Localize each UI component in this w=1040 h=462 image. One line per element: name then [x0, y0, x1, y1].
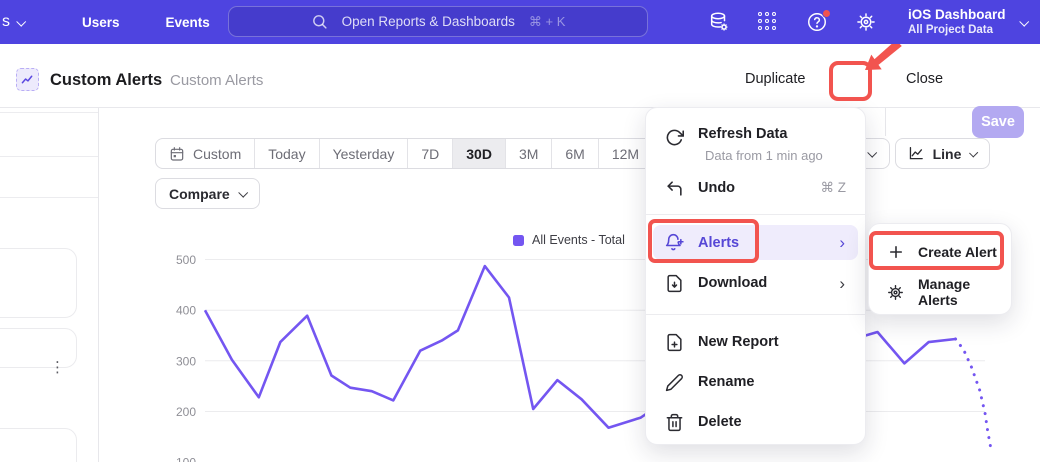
search-bar[interactable]: Open Reports & Dashboards ⌘ + K	[228, 6, 648, 37]
alerts-submenu: Create Alert Manage Alerts	[868, 223, 1012, 315]
report-icon	[16, 68, 39, 91]
report-header: Custom Alerts Custom Alerts GV Duplicate…	[0, 44, 1040, 108]
header-divider	[885, 108, 886, 136]
calendar-icon	[169, 146, 185, 162]
chevron-down-icon	[16, 16, 26, 26]
sidebar-row-divider	[0, 197, 98, 198]
menu-divider	[646, 214, 865, 215]
page-title: Custom Alerts	[50, 71, 162, 90]
submenu-item-create-alert[interactable]: Create Alert	[876, 234, 1004, 270]
compare-label: Compare	[169, 186, 230, 202]
search-placeholder: Open Reports & Dashboards	[342, 14, 515, 29]
plus-icon	[885, 242, 906, 263]
project-name: iOS Dashboard	[908, 7, 1006, 23]
sidebar-row-divider	[0, 112, 98, 113]
menu-item-rename[interactable]: Rename	[653, 364, 858, 400]
nav-item-users[interactable]: Users	[82, 15, 120, 30]
legend-label: All Events - Total	[532, 233, 625, 247]
top-navigation-bar: s Users Events Open Reports & Dashboards…	[0, 0, 1040, 44]
chevron-down-icon	[969, 148, 978, 157]
date-range-yesterday[interactable]: Yesterday	[320, 139, 409, 168]
trash-icon	[664, 412, 685, 433]
menu-item-new-report[interactable]: New Report	[653, 324, 858, 360]
chevron-right-icon: ›	[839, 275, 845, 292]
settings-gear-icon[interactable]	[855, 11, 877, 33]
undo-icon	[664, 178, 685, 199]
chevron-down-icon	[1019, 16, 1029, 26]
help-notification-dot	[822, 9, 831, 18]
undo-shortcut: ⌘ Z	[821, 180, 847, 196]
date-range-30d[interactable]: 30D	[453, 139, 506, 168]
date-range-3m[interactable]: 3M	[506, 139, 552, 168]
y-axis-label: 500	[176, 253, 196, 267]
close-button[interactable]: Close	[906, 71, 943, 87]
menu-item-delete[interactable]: Delete	[653, 404, 858, 440]
date-range-today[interactable]: Today	[255, 139, 319, 168]
submenu-item-manage-alerts[interactable]: Manage Alerts	[876, 274, 1004, 310]
y-axis-label: 300	[176, 354, 196, 368]
gear-icon	[885, 282, 906, 303]
chart-legend[interactable]: All Events - Total	[513, 233, 625, 247]
kebab-menu-icon[interactable]: ⋮	[50, 364, 65, 371]
line-chart-icon	[909, 145, 924, 162]
menu-item-undo[interactable]: Undo ⌘ Z	[653, 170, 858, 206]
refresh-status: Data from 1 min ago	[705, 148, 823, 163]
series-line-dotted-projection	[956, 339, 991, 447]
breadcrumb: Custom Alerts	[170, 72, 263, 89]
project-switcher[interactable]: iOS Dashboard All Project Data	[908, 0, 1027, 44]
chevron-down-icon	[867, 148, 877, 158]
pencil-icon	[664, 372, 685, 393]
y-axis-label: 400	[176, 304, 196, 318]
y-axis-label: 200	[176, 405, 196, 419]
save-button[interactable]: Save	[972, 106, 1024, 138]
chart-type-button[interactable]: Line	[895, 138, 990, 169]
compare-button[interactable]: Compare	[155, 178, 260, 209]
date-range-control: CustomTodayYesterday7D30D3M6M12M	[155, 138, 653, 169]
new-report-icon	[664, 332, 685, 353]
duplicate-button[interactable]: Duplicate	[745, 71, 805, 87]
sidebar-row-divider	[0, 156, 98, 157]
refresh-icon	[664, 127, 685, 148]
bell-plus-icon	[664, 232, 685, 253]
download-icon	[664, 273, 685, 294]
sidebar-card[interactable]	[0, 328, 77, 368]
chevron-right-icon: ›	[839, 234, 845, 251]
legend-swatch-icon	[513, 235, 524, 246]
project-scope: All Project Data	[908, 23, 1006, 37]
context-menu: Refresh Data Data from 1 min ago Undo ⌘ …	[645, 107, 866, 445]
query-builder-sidebar: ⋮	[0, 108, 99, 462]
sidebar-card[interactable]	[0, 428, 77, 462]
date-range-7d[interactable]: 7D	[408, 139, 453, 168]
chevron-down-icon	[238, 188, 248, 198]
menu-item-alerts[interactable]: Alerts ›	[653, 225, 858, 260]
chart-type-label: Line	[933, 146, 962, 162]
menu-divider	[646, 314, 865, 315]
menu-item-refresh-data[interactable]: Refresh Data Data from 1 min ago	[653, 118, 858, 166]
nav-item-events[interactable]: Events	[166, 15, 210, 30]
nav-item-truncated[interactable]: s	[2, 13, 24, 31]
y-axis-label: 100	[176, 456, 196, 462]
search-shortcut: ⌘ + K	[529, 14, 566, 30]
date-range-6m[interactable]: 6M	[552, 139, 598, 168]
date-range-custom[interactable]: Custom	[156, 139, 255, 168]
menu-item-download[interactable]: Download ›	[653, 265, 858, 301]
data-management-icon[interactable]	[708, 11, 730, 33]
help-icon[interactable]	[806, 11, 828, 33]
search-icon	[311, 13, 328, 30]
sidebar-card[interactable]	[0, 248, 77, 318]
apps-grid-icon[interactable]	[757, 11, 779, 33]
